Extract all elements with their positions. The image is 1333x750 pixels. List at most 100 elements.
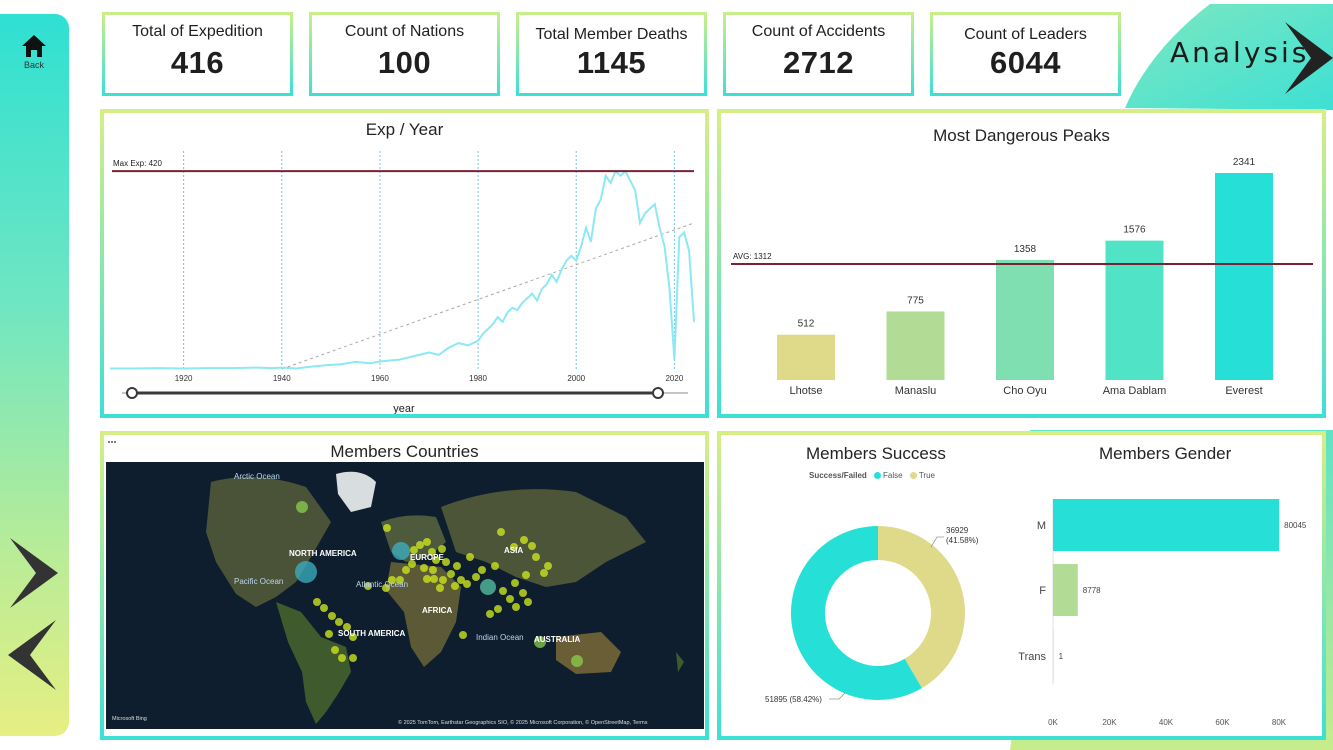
success-title: Members Success [806,444,946,463]
map-label: Indian Ocean [476,633,524,642]
map-bubble [423,538,431,546]
next-page-arrow-icon[interactable] [6,536,60,610]
x-tick-label: 2020 [665,374,683,383]
peaks-panel: Most Dangerous Peaks 512 Lhotse 775 Manaslu… [717,109,1326,418]
map-bubble [447,570,455,578]
slider-start-handle[interactable] [126,387,138,399]
map-bubble [436,584,444,592]
back-button[interactable]: Back [14,34,54,90]
gender-bar [1053,564,1078,616]
map-bubble [430,575,438,583]
gender-value-label: 8778 [1083,586,1101,595]
x-tick-label: 40K [1159,718,1174,727]
peak-bar [996,259,1054,380]
map-bubble [511,579,519,587]
map-bubble [438,545,446,553]
map-panel: Members Countries Arctic Ocean NORTH AME… [100,431,709,740]
x-tick-label: 80K [1272,718,1287,727]
map-bubble [544,562,552,570]
peak-value-label: 512 [798,319,815,330]
max-exp-label: Max Exp: 420 [113,159,162,168]
map-label: SOUTH AMERICA [338,629,405,638]
map-bubble [497,528,505,536]
exp-year-chart[interactable]: Max Exp: 420 1920 1940 1960 1980 2000 2020 ye… [104,113,705,414]
donut-label-true-value: 36929 [946,526,969,535]
map-label: EUROPE [410,553,444,562]
series-line [110,169,695,370]
sidebar: Back [0,14,69,736]
x-tick-label: 2000 [567,374,585,383]
donut-slice-true [878,526,965,689]
peaks-chart[interactable]: 512 Lhotse 775 Manaslu 1358 Cho Oyu 1576 Ama Da… [721,113,1322,414]
exp-year-panel: Exp / Year Max Exp: 420 1920 1940 1960 1980… [100,109,709,418]
peak-value-label: 1358 [1014,244,1037,255]
map-bubble [416,541,424,549]
x-tick-label: 60K [1215,718,1230,727]
peak-bar [1105,240,1164,380]
x-tick-label: 1940 [273,374,291,383]
x-tick-label: 20K [1102,718,1117,727]
dashboard-page: Back Total of Expedition 416 Count of Na… [0,0,1333,750]
map-bubble [571,655,583,667]
gender-category-label: Trans [1018,651,1046,663]
map-bubble [466,553,474,561]
map-bubble [520,536,528,544]
map-bubble [524,598,532,606]
map-bubble [429,566,437,574]
success-donut-chart[interactable]: 36929 (41.58%) 51895 (58.42%) [721,465,1021,735]
slider-end-handle[interactable] [652,387,664,399]
kpi-label: Total Member Deaths [535,26,688,43]
kpi-label: Count of Nations [344,23,465,40]
map-bubble [499,587,507,595]
kpi-value: 1145 [576,45,647,80]
map-title: Members Countries [330,442,479,461]
map-bubble [491,562,499,570]
kpi-total-member-deaths: Total Member Deaths 1145 [516,12,707,96]
map-label: ASIA [504,546,523,555]
kpi-value: 2712 [783,45,854,80]
x-tick-label: 1920 [175,374,193,383]
kpi-value: 100 [377,45,432,80]
map-bubble [313,598,321,606]
bing-logo: Microsoft Bing [112,716,147,722]
map-bubble [325,630,333,638]
kpi-label: Total of Expedition [132,23,263,40]
kpi-count-accidents: Count of Accidents 2712 [723,12,914,96]
x-tick-label: 1980 [469,374,487,383]
map-bubble [392,542,410,560]
map-label: AUSTRALIA [534,635,580,644]
world-map[interactable]: Arctic Ocean NORTH AMERICA EUROPE ASIA P… [106,462,704,729]
gender-bar-chart[interactable]: M 80045 F 8778 Trans 1 0K 20K 40K 60K 80K [1013,459,1313,739]
chevron-right-icon [1285,22,1333,94]
map-bubble [295,561,317,583]
map-bubble [522,571,530,579]
back-label: Back [23,60,44,70]
peak-category-label: Ama Dablam [1103,385,1167,397]
donut-label-false: 51895 (58.42%) [765,695,822,704]
peak-bar [886,311,945,380]
gender-value-label: 80045 [1284,521,1307,530]
gender-bar [1053,630,1054,682]
peak-bar [777,334,835,380]
kpi-count-nations: Count of Nations 100 [309,12,500,96]
gender-bar [1053,499,1280,551]
x-tick-label: 1960 [371,374,389,383]
peak-value-label: 2341 [1233,157,1256,168]
map-bubble [420,564,428,572]
previous-page-arrow-icon[interactable] [6,618,60,692]
map-bubble [540,569,548,577]
map-bubble [451,582,459,590]
gender-category-label: F [1039,585,1046,597]
map-options-icon[interactable] [107,439,117,445]
kpi-value: 6044 [990,45,1061,80]
peak-bar [1215,173,1273,380]
map-bubble [480,579,496,595]
map-bubble [463,580,471,588]
gender-category-label: M [1037,520,1046,532]
donut-label-true-percent: (41.58%) [946,536,979,545]
peak-category-label: Lhotse [789,385,822,397]
kpi-label: Count of Accidents [751,23,886,40]
slider-axis-label: year [393,403,415,414]
map-bubble [494,605,502,613]
map-bubble [338,654,346,662]
